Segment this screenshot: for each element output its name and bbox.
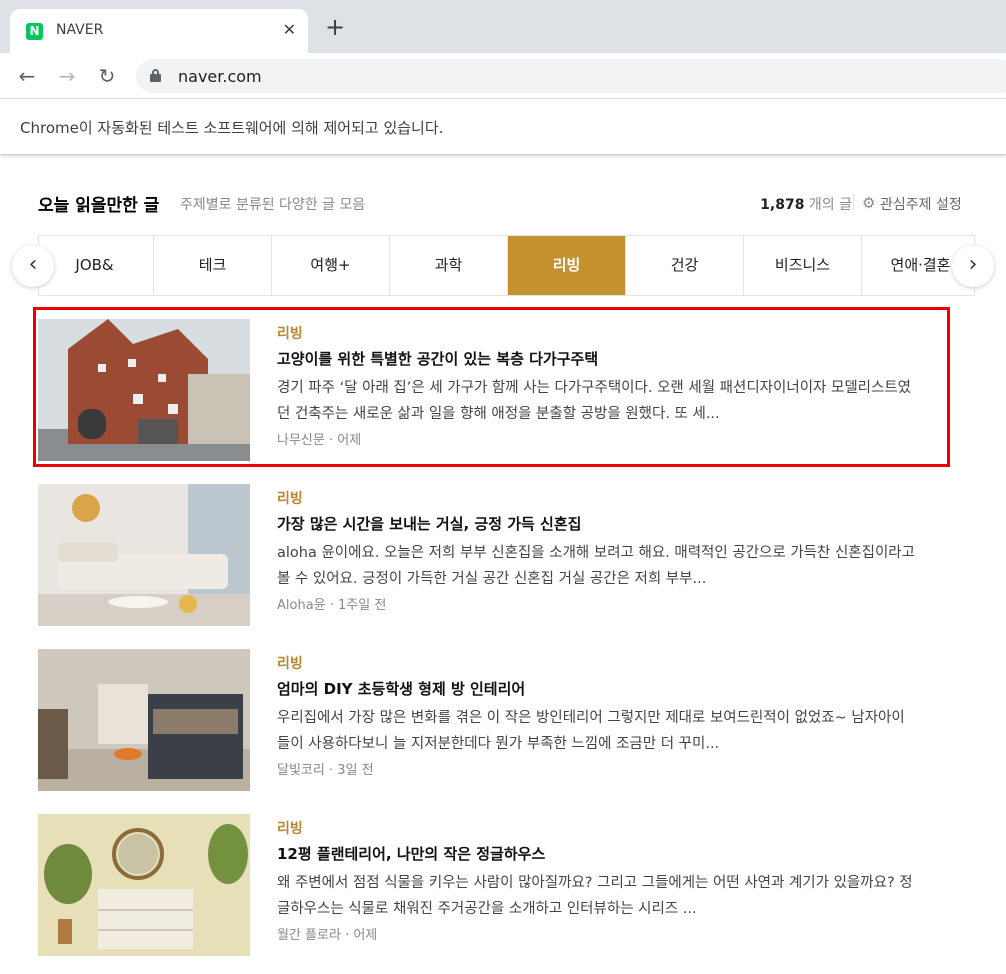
article-count-suffix: 개의 글	[808, 197, 852, 213]
tab-category[interactable]: JOB&	[39, 236, 154, 295]
article-title[interactable]: 가장 많은 시간을 보내는 거실, 긍정 가득 신혼집	[277, 513, 581, 534]
article-time: 3일 전	[337, 763, 374, 778]
article-thumbnail[interactable]	[38, 649, 250, 791]
tab-category[interactable]: 비즈니스	[744, 236, 862, 295]
article-category: 리빙	[277, 821, 303, 837]
tab-title: NAVER	[56, 22, 104, 38]
chevron-right-icon[interactable]: ›	[952, 245, 994, 287]
article-thumbnail[interactable]	[38, 814, 250, 956]
browser-toolbar: ← → ↻ naver.com	[0, 53, 1006, 99]
article-description[interactable]: 왜 주변에서 점점 식물을 키우는 사람이 많아질까요? 그리고 그들에게는 어…	[277, 870, 917, 922]
automation-infobar: Chrome이 자동화된 테스트 소프트웨어에 의해 제어되고 있습니다.	[0, 99, 1006, 155]
article-item[interactable]: 리빙 엄마의 DIY 초등학생 형제 방 인테리어 우리집에서 가장 많은 변화…	[38, 649, 918, 791]
article-source: 월간 플로라	[277, 928, 341, 943]
article-category: 리빙	[277, 491, 303, 507]
tab-category[interactable]: 리빙	[508, 236, 626, 295]
article-thumbnail[interactable]	[38, 484, 250, 626]
article-meta: 월간 플로라 · 어제	[277, 928, 378, 943]
interest-settings-link[interactable]: 관심주제 설정	[880, 194, 962, 214]
article-time: 1주일 전	[338, 598, 387, 613]
browser-tab-strip: N NAVER ✕ +	[0, 0, 1006, 53]
article-meta: 달빛코리 · 3일 전	[277, 763, 374, 778]
article-meta: Aloha윤 · 1주일 전	[277, 598, 387, 613]
header-divider	[853, 194, 854, 210]
article-category: 리빙	[277, 656, 303, 672]
article-item[interactable]: 리빙 가장 많은 시간을 보내는 거실, 긍정 가득 신혼집 aloha 윤이에…	[38, 484, 918, 626]
article-count-number: 1,878	[760, 197, 805, 213]
article-description[interactable]: aloha 윤이에요. 오늘은 저희 부부 신혼집을 소개해 보려고 해요. 매…	[277, 540, 917, 592]
tab-category[interactable]: 여행+	[272, 236, 390, 295]
lock-icon[interactable]	[150, 69, 161, 82]
tab-category[interactable]: 건강	[626, 236, 744, 295]
naver-favicon-icon: N	[26, 23, 43, 40]
article-source: Aloha윤	[277, 598, 326, 613]
article-description[interactable]: 우리집에서 가장 많은 변화를 겪은 이 작은 방인테리어 그렇지만 제대로 보…	[277, 705, 917, 757]
url-text[interactable]: naver.com	[178, 67, 262, 86]
category-tab-bar: JOB& 테크 여행+ 과학 리빙 건강 비즈니스 연애·결혼	[38, 235, 975, 296]
reload-icon[interactable]: ↻	[93, 62, 121, 90]
close-icon[interactable]: ✕	[283, 20, 296, 39]
forward-arrow-icon[interactable]: →	[53, 62, 81, 90]
highlight-box	[33, 307, 950, 467]
article-time: 어제	[353, 928, 378, 943]
chevron-left-icon[interactable]: ‹	[12, 245, 54, 287]
back-arrow-icon[interactable]: ←	[13, 62, 41, 90]
article-source: 달빛코리	[277, 763, 325, 778]
address-bar[interactable]: naver.com	[136, 59, 1006, 93]
article-count: 1,878 개의 글	[760, 194, 852, 214]
section-title: 오늘 읽을만한 글	[38, 196, 160, 216]
article-title[interactable]: 12평 플랜테리어, 나만의 작은 정글하우스	[277, 843, 545, 864]
article-title[interactable]: 엄마의 DIY 초등학생 형제 방 인테리어	[277, 678, 525, 699]
tab-category[interactable]: 테크	[154, 236, 272, 295]
browser-tab[interactable]: N NAVER ✕	[10, 9, 308, 53]
new-tab-plus-icon[interactable]: +	[325, 15, 345, 39]
tab-category[interactable]: 과학	[390, 236, 508, 295]
gear-icon[interactable]: ⚙	[862, 194, 875, 212]
article-item[interactable]: 리빙 12평 플랜테리어, 나만의 작은 정글하우스 왜 주변에서 점점 식물을…	[38, 814, 918, 956]
section-subtitle: 주제별로 분류된 다양한 글 모음	[180, 197, 366, 213]
infobar-text: Chrome이 자동화된 테스트 소프트웨어에 의해 제어되고 있습니다.	[20, 119, 444, 137]
